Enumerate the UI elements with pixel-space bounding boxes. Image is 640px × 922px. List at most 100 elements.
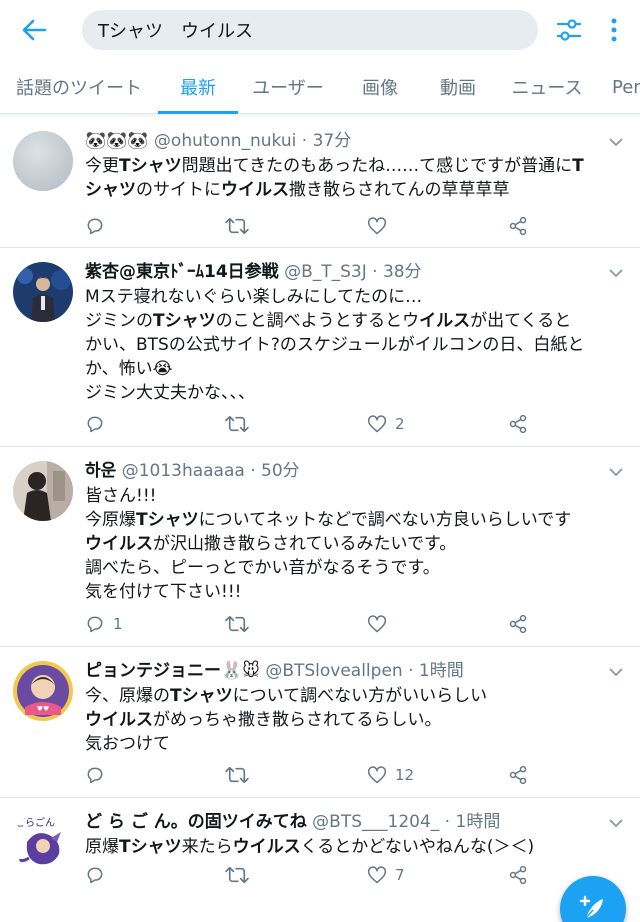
text-segment: が出てくると: [470, 311, 572, 331]
author-name[interactable]: ピョンテジョニー🐰🐭: [85, 661, 260, 681]
author-handle[interactable]: @1013haaaaa: [122, 461, 245, 481]
chevron-down-icon: [609, 667, 623, 676]
tweet-header: 하운 @1013haaaaa · 50分: [85, 460, 626, 482]
highlighted-keyword: T: [572, 156, 584, 176]
retweet-button[interactable]: [225, 610, 257, 638]
more-options-button[interactable]: [602, 14, 626, 46]
text-segment: ジミン大丈夫かな、、、: [85, 383, 255, 403]
heart-icon: [367, 217, 387, 235]
avatar[interactable]: [13, 461, 73, 521]
author-handle[interactable]: @BTSloveallpen: [265, 661, 402, 681]
author-handle[interactable]: @B_T_S3J: [284, 262, 367, 282]
reply-button[interactable]: [85, 861, 113, 889]
search-filter-button[interactable]: [553, 14, 585, 46]
avatar[interactable]: ♥♥: [13, 661, 73, 721]
back-button[interactable]: [18, 14, 50, 46]
author-handle[interactable]: @BTS___1204_: [312, 812, 439, 832]
tweet-header: 🐼🐼🐼 @ohutonn_nukui · 37分: [85, 130, 626, 152]
retweet-button[interactable]: [225, 761, 257, 789]
tweet[interactable]: どらごん ど ら ご ん。の固ツイみてね @BTS___1204_ · 1時間 …: [0, 798, 640, 922]
tweet-text-line: ジミン大丈夫かな、、、: [85, 381, 626, 405]
like-button[interactable]: 2: [367, 410, 405, 438]
author-name[interactable]: 紫杏@東京ﾄﾞｰﾑ14日参戦: [85, 262, 279, 282]
reply-button[interactable]: [85, 761, 113, 789]
like-button[interactable]: [367, 212, 395, 240]
tweet-time: 1時間: [455, 812, 501, 832]
tab-latest[interactable]: 最新: [158, 60, 238, 114]
retweet-button[interactable]: [225, 212, 257, 240]
tweet-header: ど ら ご ん。の固ツイみてね @BTS___1204_ · 1時間: [85, 811, 626, 833]
separator: ·: [296, 131, 313, 151]
tweet-text-line: 気を付けて下さい!!!: [85, 580, 626, 604]
tab-news[interactable]: ニュース: [494, 60, 600, 114]
tweet[interactable]: 紫杏@東京ﾄﾞｰﾑ14日参戦 @B_T_S3J · 38分 Mステ寝れないぐらい…: [0, 248, 640, 447]
tweet-menu-button[interactable]: [606, 813, 626, 833]
share-icon: [509, 216, 527, 236]
top-bar: [0, 0, 640, 60]
author-name[interactable]: 🐼🐼🐼: [85, 131, 149, 151]
text-segment: か、怖い😭: [85, 359, 173, 379]
tweet-text-line: 原爆Tシャツ来たらウイルスくるとかどないやねんな(＞＜): [85, 835, 626, 859]
avatar[interactable]: どらごん: [13, 812, 73, 872]
tab-videos[interactable]: 動画: [422, 60, 494, 114]
share-button[interactable]: [508, 861, 528, 889]
tab-photos[interactable]: 画像: [338, 60, 422, 114]
tweet-time: 1時間: [418, 661, 464, 681]
tab-users[interactable]: ユーザー: [238, 60, 338, 114]
share-button[interactable]: [508, 761, 528, 789]
reply-icon: [87, 767, 103, 784]
tweet[interactable]: 🐼🐼🐼 @ohutonn_nukui · 37分 今更Tシャツ問題出てきたのもあ…: [0, 118, 640, 248]
tweet-text-line: Mステ寝れないぐらい楽しみにしてたのに…: [85, 285, 626, 309]
tweet-menu-button[interactable]: [606, 662, 626, 682]
text-segment: 原爆: [85, 837, 119, 857]
tweet[interactable]: ♥♥ ピョンテジョニー🐰🐭 @BTSloveallpen · 1時間 今、原爆の…: [0, 647, 640, 798]
author-name[interactable]: ど ら ご ん。の固ツイみてね: [85, 812, 307, 832]
tweet-menu-button[interactable]: [606, 132, 626, 152]
like-button[interactable]: [367, 610, 395, 638]
tweet-menu-button[interactable]: [606, 263, 626, 283]
reply-button[interactable]: [85, 212, 113, 240]
author-handle[interactable]: @ohutonn_nukui: [154, 131, 296, 151]
search-box[interactable]: [82, 10, 538, 50]
tweet-actions: 1: [85, 610, 535, 638]
tab-periscope[interactable]: Per: [600, 60, 640, 114]
like-button[interactable]: 7: [367, 861, 405, 889]
tweet-text: Mステ寝れないぐらい楽しみにしてたのに… ジミンのTシャツのこと調べようとするとウ…: [85, 285, 626, 405]
highlighted-keyword: ウイルス: [85, 534, 153, 554]
search-input[interactable]: [98, 19, 522, 41]
tweet-text-line: かい、BTSの公式サイト?のスケジュールがイルコンの日、白紙と: [85, 333, 626, 357]
text-segment: かい、BTSの公式サイト?のスケジュールがイルコンの日、白紙と: [85, 335, 585, 355]
text-segment: 今更: [85, 156, 119, 176]
reply-button[interactable]: 1: [85, 610, 123, 638]
like-button[interactable]: 12: [367, 761, 414, 789]
tweet-time: 38分: [382, 262, 422, 282]
chevron-down-icon: [609, 137, 623, 146]
tweet-text: 原爆Tシャツ来たらウイルスくるとかどないやねんな(＞＜): [85, 835, 626, 859]
reply-button[interactable]: [85, 410, 113, 438]
reply-icon: [87, 218, 103, 235]
tweet-text-line: 調べたら、ピーっとでかい音がなるそうです。: [85, 556, 626, 580]
text-segment: Mステ寝れないぐらい楽しみにしてたのに…: [85, 287, 423, 307]
tweet-text: 今、原爆のTシャツについて調べない方がいいらしい ウイルスがめっちゃ撒き散らされて…: [85, 684, 626, 756]
author-name[interactable]: 하운: [85, 461, 116, 481]
retweet-button[interactable]: [225, 861, 257, 889]
share-button[interactable]: [508, 410, 528, 438]
highlighted-keyword: Tシャツ: [136, 510, 199, 530]
heart-icon: [367, 866, 387, 884]
tweet-menu-button[interactable]: [606, 462, 626, 482]
chevron-down-icon: [609, 467, 623, 476]
tweet-actions: [85, 212, 535, 240]
tweet[interactable]: 하운 @1013haaaaa · 50分 皆さん!!! 今原爆Tシャツについてネッ…: [0, 447, 640, 647]
text-segment: 今、原爆の: [85, 686, 170, 706]
avatar[interactable]: [13, 262, 73, 322]
like-count: 12: [395, 766, 415, 784]
text-segment: について調べない方がいいらしい: [232, 686, 488, 706]
share-button[interactable]: [508, 610, 528, 638]
tab-top[interactable]: 話題のツイート: [0, 60, 158, 114]
chevron-down-icon: [609, 818, 623, 827]
retweet-button[interactable]: [225, 410, 257, 438]
share-button[interactable]: [508, 212, 528, 240]
avatar[interactable]: [13, 131, 73, 191]
tweet-feed: 🐼🐼🐼 @ohutonn_nukui · 37分 今更Tシャツ問題出てきたのもあ…: [0, 118, 640, 922]
share-icon: [509, 414, 527, 434]
